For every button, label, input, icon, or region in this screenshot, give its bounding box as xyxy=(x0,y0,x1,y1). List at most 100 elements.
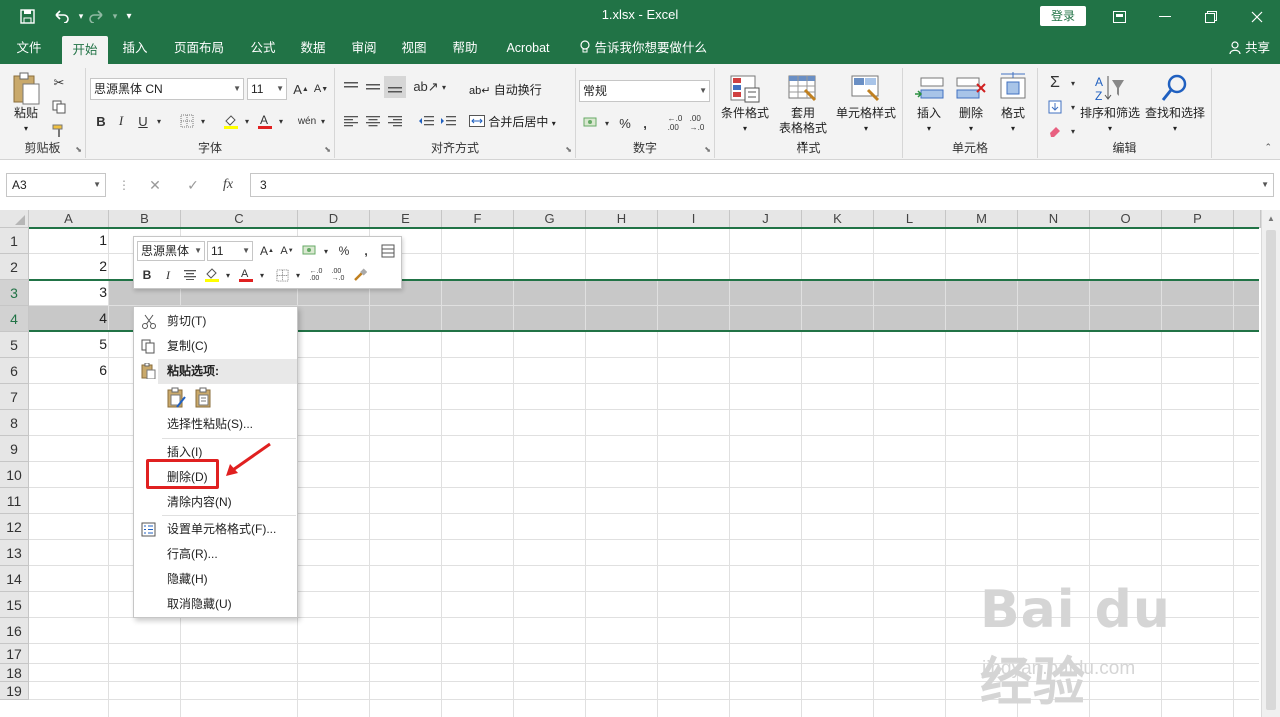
font-size-combo[interactable]: 11 ▼ xyxy=(247,78,287,100)
cell-a6[interactable]: 6 xyxy=(29,362,107,378)
row-header-7[interactable]: 7 xyxy=(0,384,29,410)
save-icon[interactable] xyxy=(16,6,38,26)
menu-item-unhide[interactable]: 取消隐藏(U) xyxy=(134,592,297,617)
minimize-icon[interactable] xyxy=(1142,0,1188,33)
font-color-dropdown-icon[interactable]: ▾ xyxy=(252,265,272,285)
comma-style-icon[interactable]: , xyxy=(634,112,656,134)
cell-a1[interactable]: 1 xyxy=(29,232,107,248)
tell-me-search[interactable]: 告诉我你想要做什么 xyxy=(576,33,710,64)
menu-item-row-height[interactable]: 行高(R)... xyxy=(134,542,297,567)
paste-formulas-icon[interactable] xyxy=(165,387,187,409)
decrease-decimal-icon[interactable]: .00 →.0 xyxy=(328,265,348,285)
percent-icon[interactable]: % xyxy=(614,112,636,134)
column-header-e[interactable]: E xyxy=(370,210,442,228)
column-header-o[interactable]: O xyxy=(1090,210,1162,228)
phonetic-dropdown-icon[interactable]: ▾ xyxy=(312,110,334,132)
expand-formula-bar-icon[interactable]: ▼ xyxy=(1261,174,1269,196)
scroll-up-icon[interactable]: ▲ xyxy=(1267,214,1275,223)
select-all-corner[interactable] xyxy=(0,210,29,228)
tab-review[interactable]: 审阅 xyxy=(341,33,387,64)
number-launcher-icon[interactable]: ⬊ xyxy=(704,145,711,154)
increase-font-icon[interactable]: A ▲ xyxy=(290,78,312,100)
row-header-3[interactable]: 3 xyxy=(0,280,29,306)
decrease-decimal-icon[interactable]: .00 →.0 xyxy=(686,112,708,134)
delete-cells-button[interactable]: 删除 ▾ xyxy=(951,72,991,136)
column-header-g[interactable]: G xyxy=(514,210,586,228)
column-header-a[interactable]: A xyxy=(29,210,109,228)
tab-formulas[interactable]: 公式 xyxy=(240,33,286,64)
tab-data[interactable]: 数据 xyxy=(290,33,336,64)
collapse-ribbon-icon[interactable]: ⌃ xyxy=(1264,142,1272,153)
orientation-dropdown-icon[interactable]: ▾ xyxy=(433,76,455,98)
column-header-l[interactable]: L xyxy=(874,210,946,228)
borders-dropdown-icon[interactable]: ▾ xyxy=(192,110,214,132)
tab-help[interactable]: 帮助 xyxy=(442,33,488,64)
menu-item-paste-special[interactable]: 选择性粘贴(S)... xyxy=(134,412,297,437)
undo-icon[interactable] xyxy=(50,6,72,26)
row-header-2[interactable]: 2 xyxy=(0,254,29,280)
align-bottom-icon[interactable] xyxy=(384,76,406,98)
align-right-icon[interactable] xyxy=(384,110,406,132)
column-header-d[interactable]: D xyxy=(298,210,370,228)
increase-decimal-icon[interactable]: ←.0.00 xyxy=(306,265,326,285)
tab-file[interactable]: 文件 xyxy=(6,33,52,64)
paste-button[interactable]: 粘贴 ▾ xyxy=(8,72,44,136)
column-header-f[interactable]: F xyxy=(442,210,514,228)
menu-item-copy[interactable]: 复制(C) xyxy=(134,334,297,359)
restore-icon[interactable] xyxy=(1188,0,1234,33)
menu-item-hide[interactable]: 隐藏(H) xyxy=(134,567,297,592)
row-header-13[interactable]: 13 xyxy=(0,540,29,566)
tab-insert[interactable]: 插入 xyxy=(112,33,158,64)
column-header-b[interactable]: B xyxy=(109,210,181,228)
vertical-scrollbar[interactable]: ▲ xyxy=(1261,210,1280,717)
column-header-c[interactable]: C xyxy=(181,210,298,228)
conditional-format-button[interactable]: 条件格式 ▾ xyxy=(719,72,771,136)
decrease-indent-icon[interactable] xyxy=(415,110,437,132)
row-header-5[interactable]: 5 xyxy=(0,332,29,358)
tab-home[interactable]: 开始 xyxy=(62,36,108,64)
scrollbar-thumb[interactable] xyxy=(1266,230,1276,710)
tab-page-layout[interactable]: 页面布局 xyxy=(166,33,232,64)
customize-icon[interactable]: ▾ xyxy=(118,6,140,26)
paste-values-icon[interactable] xyxy=(193,387,215,409)
cell-styles-button[interactable]: 单元格样式 ▾ xyxy=(833,72,899,136)
tab-acrobat[interactable]: Acrobat xyxy=(500,33,556,64)
row-header-4[interactable]: 4 xyxy=(0,306,29,332)
bold-icon[interactable]: B xyxy=(90,110,112,132)
row-header-18[interactable]: 18 xyxy=(0,664,29,682)
align-top-icon[interactable] xyxy=(340,76,362,98)
column-header-p[interactable]: P xyxy=(1162,210,1234,228)
format-cells-button[interactable]: 格式 ▾ xyxy=(993,72,1033,136)
cut-icon[interactable]: ✂ xyxy=(48,72,70,94)
format-table-icon[interactable] xyxy=(378,241,398,261)
row-header-19[interactable]: 19 xyxy=(0,682,29,700)
cell-a2[interactable]: 2 xyxy=(29,258,107,274)
column-header-q[interactable] xyxy=(1234,210,1261,228)
mini-font-name-combo[interactable]: 思源黑体 ▼ xyxy=(137,241,205,261)
row-header-6[interactable]: 6 xyxy=(0,358,29,384)
increase-indent-icon[interactable] xyxy=(437,110,459,132)
insert-function-icon[interactable]: fx xyxy=(216,173,240,197)
clipboard-launcher-icon[interactable]: ⬊ xyxy=(75,145,82,154)
name-box[interactable]: A3 ▼ xyxy=(6,173,106,197)
font-launcher-icon[interactable]: ⬊ xyxy=(324,145,331,154)
menu-item-format-cells[interactable]: 设置单元格格式(F)... xyxy=(134,517,297,542)
cancel-icon[interactable]: ✕ xyxy=(143,173,167,197)
row-header-1[interactable]: 1 xyxy=(0,228,29,254)
login-button[interactable]: 登录 xyxy=(1040,6,1086,26)
row-header-14[interactable]: 14 xyxy=(0,566,29,592)
number-format-combo[interactable]: 常规 ▼ xyxy=(579,80,710,102)
row-header-17[interactable]: 17 xyxy=(0,644,29,664)
row-header-11[interactable]: 11 xyxy=(0,488,29,514)
decrease-font-icon[interactable]: A ▼ xyxy=(310,78,332,100)
enter-icon[interactable]: ✓ xyxy=(181,173,205,197)
formula-bar-grip[interactable]: ⋮ xyxy=(118,178,130,192)
menu-item-clear-contents[interactable]: 清除内容(N) xyxy=(134,490,297,515)
row-header-16[interactable]: 16 xyxy=(0,618,29,644)
sort-filter-button[interactable]: AZ 排序和筛选 ▾ xyxy=(1078,72,1142,136)
align-center-icon[interactable] xyxy=(180,265,200,285)
merge-center-button[interactable]: 合并后居中 ▾ xyxy=(469,111,556,133)
insert-cells-button[interactable]: 插入 ▾ xyxy=(909,72,949,136)
mini-font-size-combo[interactable]: 11 ▼ xyxy=(207,241,253,261)
format-painter-icon[interactable] xyxy=(350,265,370,285)
